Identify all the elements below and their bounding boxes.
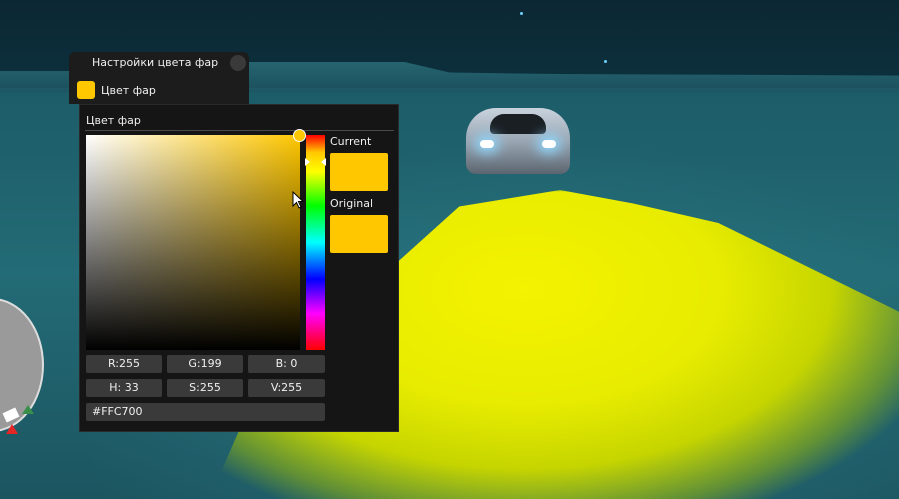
close-button[interactable] xyxy=(230,55,246,71)
car xyxy=(466,108,570,174)
headlight-settings-window: Настройки цвета фар Цвет фар xyxy=(69,52,249,104)
color-swatch-button[interactable] xyxy=(77,81,95,99)
color-button-label: Цвет фар xyxy=(101,83,156,97)
car-headlight-right xyxy=(542,140,556,148)
car-windshield xyxy=(490,114,546,134)
hue-marker-left-icon xyxy=(305,158,310,166)
window-title: Настройки цвета фар xyxy=(92,56,219,69)
green-input[interactable]: G:199 xyxy=(167,355,243,373)
value-input[interactable]: V:255 xyxy=(248,379,325,397)
headlight-color-row[interactable]: Цвет фар xyxy=(77,81,156,99)
map-marker-icon xyxy=(22,405,34,414)
saturation-input[interactable]: S:255 xyxy=(167,379,243,397)
color-picker-popup: Цвет фар Current Original R:255 G:199 B:… xyxy=(79,104,399,432)
sky-star xyxy=(604,60,607,63)
blue-input[interactable]: B: 0 xyxy=(248,355,325,373)
mouse-cursor-icon xyxy=(292,191,304,209)
hue-slider[interactable] xyxy=(306,135,325,350)
original-color-swatch[interactable] xyxy=(330,215,388,253)
hue-marker-right-icon xyxy=(321,158,326,166)
sv-picker-handle[interactable] xyxy=(293,129,306,142)
hue-input[interactable]: H: 33 xyxy=(86,379,162,397)
divider xyxy=(85,130,394,131)
picker-title: Цвет фар xyxy=(86,114,141,127)
map-marker-icon xyxy=(6,424,18,434)
red-input[interactable]: R:255 xyxy=(86,355,162,373)
saturation-value-area[interactable] xyxy=(86,135,300,350)
current-color-swatch xyxy=(330,153,388,191)
sky-star xyxy=(520,12,523,15)
current-label: Current xyxy=(330,135,372,148)
original-label: Original xyxy=(330,197,374,210)
hex-input[interactable]: #FFC700 xyxy=(86,403,325,421)
car-headlight-left xyxy=(480,140,494,148)
